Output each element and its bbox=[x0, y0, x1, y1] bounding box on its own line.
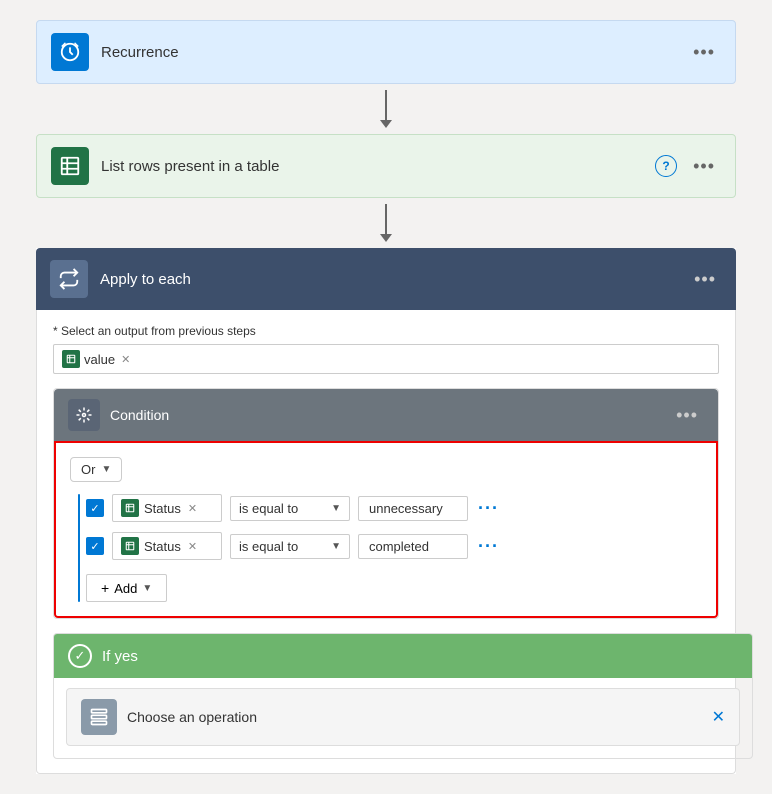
listrows-help-button[interactable]: ? bbox=[655, 155, 677, 177]
condition-indent: ✓ Status bbox=[70, 494, 702, 602]
field-1: Status ✕ bbox=[112, 494, 222, 522]
value-1: unnecessary bbox=[358, 496, 468, 521]
listrows-title: List rows present in a table bbox=[101, 158, 655, 175]
operator-2-chevron: ▼ bbox=[331, 541, 341, 552]
condition-header: Condition ••• bbox=[54, 389, 718, 441]
select-output-label: * Select an output from previous steps bbox=[53, 324, 719, 338]
recurrence-icon bbox=[51, 33, 89, 71]
apply-body: * Select an output from previous steps v… bbox=[36, 310, 736, 774]
value-tag: value ✕ bbox=[62, 350, 130, 368]
condition-more-button[interactable]: ••• bbox=[670, 403, 704, 428]
arrow-2 bbox=[380, 198, 392, 248]
add-label: Add bbox=[114, 581, 137, 596]
condition-icon bbox=[68, 399, 100, 431]
add-condition-button[interactable]: + Add ▼ bbox=[86, 574, 167, 602]
recurrence-more-button[interactable]: ••• bbox=[687, 40, 721, 65]
operator-2-label: is equal to bbox=[239, 539, 298, 554]
listrows-card: List rows present in a table ? ••• bbox=[36, 134, 736, 198]
field-1-remove[interactable]: ✕ bbox=[188, 502, 197, 515]
choose-title: Choose an operation bbox=[127, 709, 257, 725]
add-chevron-icon: ▼ bbox=[142, 583, 152, 594]
row-1-more-button[interactable]: ··· bbox=[476, 496, 501, 521]
field-1-icon bbox=[121, 499, 139, 517]
ifyes-section: ✓ If yes bbox=[53, 633, 719, 759]
choose-icon bbox=[81, 699, 117, 735]
operator-1[interactable]: is equal to ▼ bbox=[230, 496, 350, 521]
apply-header: Apply to each ••• bbox=[36, 248, 736, 310]
value-tag-icon bbox=[62, 350, 80, 368]
condition-body: Or ▼ ✓ bbox=[54, 441, 718, 618]
or-dropdown[interactable]: Or ▼ bbox=[70, 457, 122, 482]
field-2-icon bbox=[121, 537, 139, 555]
value-2: completed bbox=[358, 534, 468, 559]
checkbox-2[interactable]: ✓ bbox=[86, 537, 104, 555]
apply-icon bbox=[50, 260, 88, 298]
field-1-label: Status bbox=[144, 501, 181, 516]
recurrence-card: Recurrence ••• bbox=[36, 20, 736, 84]
field-2-remove[interactable]: ✕ bbox=[188, 540, 197, 553]
checkbox-1[interactable]: ✓ bbox=[86, 499, 104, 517]
operator-1-chevron: ▼ bbox=[331, 503, 341, 514]
add-plus-icon: + bbox=[101, 580, 109, 596]
row-2-more-button[interactable]: ··· bbox=[476, 534, 501, 559]
ifyes-card: ✓ If yes bbox=[53, 633, 753, 759]
arrow-1 bbox=[380, 84, 392, 134]
apply-more-button[interactable]: ••• bbox=[688, 267, 722, 292]
operator-2[interactable]: is equal to ▼ bbox=[230, 534, 350, 559]
indent-line bbox=[78, 494, 80, 602]
recurrence-title: Recurrence bbox=[101, 44, 687, 61]
field-2: Status ✕ bbox=[112, 532, 222, 560]
flow-container: Recurrence ••• List rows present in a ta… bbox=[20, 20, 752, 774]
condition-row-1: ✓ Status bbox=[86, 494, 702, 522]
choose-operation-card: Choose an operation ✕ bbox=[66, 688, 740, 746]
condition-block: Condition ••• Or ▼ ✓ bbox=[53, 388, 719, 619]
choose-close-button[interactable]: ✕ bbox=[712, 707, 725, 727]
operator-1-label: is equal to bbox=[239, 501, 298, 516]
condition-title: Condition bbox=[110, 407, 670, 423]
tag-value-text: value bbox=[84, 352, 115, 367]
condition-row-2: ✓ Status bbox=[86, 532, 702, 560]
ifyes-header: ✓ If yes bbox=[54, 634, 752, 678]
apply-title: Apply to each bbox=[100, 271, 688, 288]
output-tag-input[interactable]: value ✕ bbox=[53, 344, 719, 374]
ifyes-check-icon: ✓ bbox=[68, 644, 92, 668]
choose-header: Choose an operation ✕ bbox=[67, 689, 739, 745]
or-chevron-icon: ▼ bbox=[101, 464, 111, 475]
or-label: Or bbox=[81, 462, 95, 477]
conditions-list: ✓ Status bbox=[86, 494, 702, 602]
field-2-label: Status bbox=[144, 539, 181, 554]
listrows-icon bbox=[51, 147, 89, 185]
ifyes-title: If yes bbox=[102, 648, 138, 665]
apply-to-each-card: Apply to each ••• * Select an output fro… bbox=[36, 248, 736, 774]
tag-remove-button[interactable]: ✕ bbox=[121, 353, 130, 366]
listrows-more-button[interactable]: ••• bbox=[687, 154, 721, 179]
